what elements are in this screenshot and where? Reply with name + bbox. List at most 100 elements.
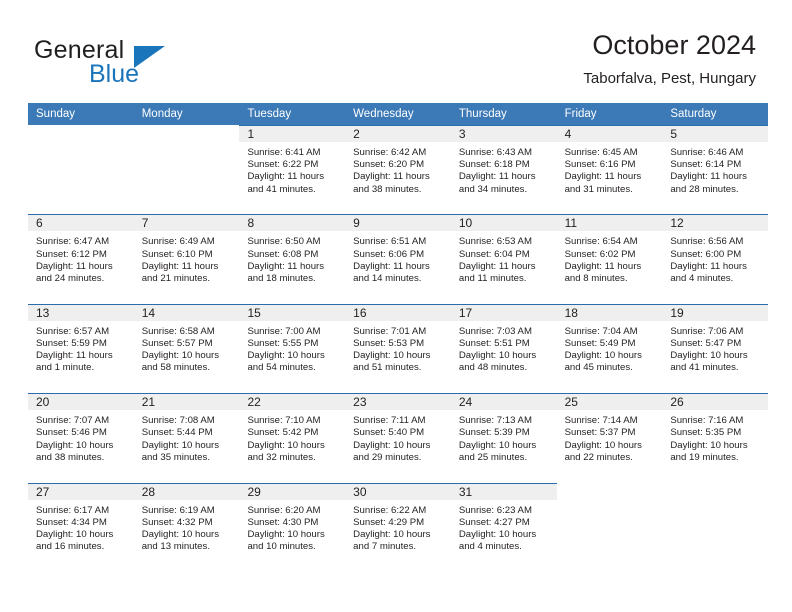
day-detail-line: Sunrise: 7:14 AM (564, 415, 638, 427)
day-details: Sunrise: 7:01 AM Sunset: 5:53 PM Daylight:… (345, 321, 451, 375)
day-detail-line: Daylight: 10 hours (36, 439, 114, 451)
day-detail-line: Sunset: 5:53 PM (353, 337, 425, 349)
day-detail-line: Daylight: 11 hours (353, 171, 430, 183)
calendar-day-cell-empty (28, 125, 134, 215)
day-details: Sunrise: 7:16 AM Sunset: 5:35 PM Daylight:… (662, 410, 768, 464)
day-detail-line: Sunset: 5:51 PM (458, 337, 530, 349)
day-detail-line: Sunrise: 6:49 AM (141, 236, 215, 248)
day-detail-line: and 48 minutes. (458, 362, 528, 374)
calendar-day-cell[interactable]: 26 Sunrise: 7:16 AM Sunset: 5:35 PM Dayligh… (662, 393, 769, 483)
location-subtitle: Taborfalva, Pest, Hungary (583, 70, 756, 87)
day-detail-line: and 54 minutes. (247, 362, 316, 374)
weekday-header-row: Sunday Monday Tuesday Wednesday Thursday Frid… (28, 103, 768, 125)
day-detail-line: Sunrise: 7:03 AM (458, 325, 532, 337)
day-detail-line: Sunset: 5:40 PM (353, 427, 425, 439)
day-detail-line: Sunset: 6:14 PM (670, 159, 742, 171)
calendar-day-cell[interactable]: 30 Sunrise: 6:22 AM Sunset: 4:29 PM Dayligh… (345, 482, 451, 572)
day-number-band: 4 (556, 125, 663, 142)
calendar-day-cell[interactable]: 3 Sunrise: 6:43 AM Sunset: 6:18 PM Daylight… (450, 125, 557, 215)
day-detail-line: Daylight: 10 hours (564, 350, 642, 362)
day-details: Sunrise: 6:17 AM Sunset: 4:34 PM Daylight:… (28, 500, 134, 554)
day-number: 25 (564, 395, 578, 410)
calendar-day-cell[interactable]: 19 Sunrise: 7:06 AM Sunset: 5:47 PM Dayligh… (662, 303, 769, 394)
calendar-day-cell[interactable]: 18 Sunrise: 7:04 AM Sunset: 5:49 PM Dayligh… (556, 303, 663, 394)
calendar-day-cell[interactable]: 24 Sunrise: 7:13 AM Sunset: 5:39 PM Dayligh… (450, 393, 557, 483)
calendar-day-cell[interactable]: 8 Sunrise: 6:50 AM Sunset: 6:08 PM Daylight… (239, 214, 346, 304)
day-details: Sunrise: 7:08 AM Sunset: 5:44 PM Daylight:… (134, 410, 240, 464)
day-detail-line: and 34 minutes. (458, 183, 528, 195)
day-number: 1 (247, 127, 255, 141)
day-detail-line: Daylight: 10 hours (36, 528, 114, 540)
day-detail-line: Sunrise: 6:42 AM (353, 147, 427, 158)
day-detail-line: Sunset: 6:10 PM (141, 248, 213, 260)
day-detail-line: Sunset: 5:37 PM (564, 427, 636, 439)
day-number: 3 (458, 127, 466, 141)
calendar-day-cell[interactable]: 16 Sunrise: 7:01 AM Sunset: 5:53 PM Dayligh… (345, 303, 451, 394)
calendar-day-cell[interactable]: 6 Sunrise: 6:47 AM Sunset: 6:12 PM Daylight… (28, 214, 134, 304)
calendar-page: General Blue October 2024 Taborfalva, Pe… (0, 0, 792, 612)
day-number-band: 6 (28, 214, 134, 232)
calendar-day-cell[interactable]: 5 Sunrise: 6:46 AM Sunset: 6:14 PM Daylight… (662, 125, 769, 215)
weekday-header-cell: Monday (141, 108, 183, 120)
calendar-day-cell[interactable]: 15 Sunrise: 7:00 AM Sunset: 5:55 PM Dayligh… (239, 303, 346, 394)
calendar-day-cell[interactable]: 4 Sunrise: 6:45 AM Sunset: 6:16 PM Daylight… (556, 125, 663, 215)
day-detail-line: Daylight: 11 hours (247, 260, 325, 272)
calendar-day-cell[interactable]: 7 Sunrise: 6:49 AM Sunset: 6:10 PM Daylight… (133, 214, 240, 304)
day-detail-line: Daylight: 10 hours (670, 350, 748, 362)
day-details: Sunrise: 6:41 AM Sunset: 6:22 PM Daylight:… (239, 142, 345, 196)
calendar-day-cell[interactable]: 27 Sunrise: 6:17 AM Sunset: 4:34 PM Dayligh… (28, 482, 134, 572)
day-detail-line: Sunset: 6:04 PM (458, 248, 530, 260)
calendar-day-cell[interactable]: 14 Sunrise: 6:58 AM Sunset: 5:57 PM Dayligh… (133, 303, 240, 394)
day-detail-line: Sunset: 4:29 PM (353, 516, 425, 528)
day-detail-line: Sunrise: 7:16 AM (670, 415, 744, 427)
general-blue-logo[interactable]: General Blue (34, 36, 254, 94)
calendar-day-cell[interactable]: 17 Sunrise: 7:03 AM Sunset: 5:51 PM Dayligh… (450, 303, 557, 394)
day-detail-line: Sunset: 5:42 PM (247, 427, 319, 439)
day-number-band: 10 (450, 214, 557, 232)
day-detail-line: Sunrise: 6:58 AM (141, 325, 215, 337)
calendar-day-cell[interactable]: 10 Sunrise: 6:53 AM Sunset: 6:04 PM Dayligh… (450, 214, 557, 304)
day-detail-line: and 4 minutes. (458, 541, 522, 553)
calendar-week-row: 20 Sunrise: 7:07 AM Sunset: 5:46 PM Dayligh… (28, 393, 769, 483)
calendar-day-cell[interactable]: 29 Sunrise: 6:20 AM Sunset: 4:30 PM Dayligh… (239, 482, 346, 572)
day-detail-line: Sunrise: 7:11 AM (353, 415, 426, 427)
day-number-band: 19 (662, 303, 769, 321)
day-detail-line: Daylight: 10 hours (564, 439, 642, 451)
day-details: Sunrise: 6:53 AM Sunset: 6:04 PM Daylight:… (451, 231, 557, 285)
day-detail-line: Sunset: 6:06 PM (353, 248, 425, 260)
day-number: 15 (247, 305, 261, 320)
calendar-day-cell[interactable]: 22 Sunrise: 7:10 AM Sunset: 5:42 PM Dayligh… (239, 393, 346, 483)
calendar-day-cell[interactable]: 23 Sunrise: 7:11 AM Sunset: 5:40 PM Dayligh… (345, 393, 451, 483)
day-number: 16 (353, 305, 367, 320)
day-detail-line: Sunset: 5:46 PM (36, 427, 107, 439)
calendar-day-cell[interactable]: 13 Sunrise: 6:57 AM Sunset: 5:59 PM Dayligh… (28, 303, 134, 394)
day-detail-line: Sunrise: 6:56 AM (670, 236, 744, 248)
day-number-band: 16 (345, 303, 451, 321)
day-detail-line: and 38 minutes. (353, 183, 422, 195)
day-details: Sunrise: 7:07 AM Sunset: 5:46 PM Daylight:… (28, 410, 134, 464)
calendar-day-cell[interactable]: 11 Sunrise: 6:54 AM Sunset: 6:02 PM Dayligh… (556, 214, 663, 304)
day-detail-line: Daylight: 11 hours (247, 171, 325, 183)
day-detail-line: Sunset: 5:44 PM (141, 427, 213, 439)
calendar-day-cell[interactable]: 9 Sunrise: 6:51 AM Sunset: 6:06 PM Daylight… (345, 214, 451, 304)
day-detail-line: Sunset: 4:30 PM (247, 516, 319, 528)
day-number: 22 (247, 395, 261, 410)
day-details: Sunrise: 6:43 AM Sunset: 6:18 PM Daylight:… (451, 142, 557, 196)
calendar-day-cell[interactable]: 31 Sunrise: 6:23 AM Sunset: 4:27 PM Dayligh… (450, 482, 557, 572)
calendar-day-cell[interactable]: 21 Sunrise: 7:08 AM Sunset: 5:44 PM Dayligh… (133, 393, 240, 483)
day-detail-line: Daylight: 10 hours (247, 350, 325, 362)
calendar-day-cell[interactable]: 20 Sunrise: 7:07 AM Sunset: 5:46 PM Dayligh… (28, 393, 134, 483)
calendar-day-cell[interactable]: 12 Sunrise: 6:56 AM Sunset: 6:00 PM Dayligh… (662, 214, 769, 304)
day-detail-line: Sunrise: 6:43 AM (458, 147, 532, 158)
calendar-day-cell[interactable]: 25 Sunrise: 7:14 AM Sunset: 5:37 PM Dayligh… (556, 393, 663, 483)
calendar-day-cell[interactable]: 28 Sunrise: 6:19 AM Sunset: 4:32 PM Dayligh… (133, 482, 240, 572)
calendar-day-cell-empty (662, 482, 769, 572)
day-number-band: 28 (133, 482, 240, 500)
calendar-day-cell[interactable]: 1 Sunrise: 6:41 AM Sunset: 6:22 PM Daylight… (239, 125, 346, 215)
day-detail-line: Sunset: 6:18 PM (458, 159, 530, 171)
day-detail-line: Sunrise: 7:06 AM (670, 325, 744, 337)
day-detail-line: Sunset: 6:08 PM (247, 248, 319, 260)
day-number-band: 25 (556, 393, 663, 411)
day-number-band: 12 (662, 214, 769, 232)
calendar-day-cell[interactable]: 2 Sunrise: 6:42 AM Sunset: 6:20 PM Daylight… (345, 125, 451, 215)
